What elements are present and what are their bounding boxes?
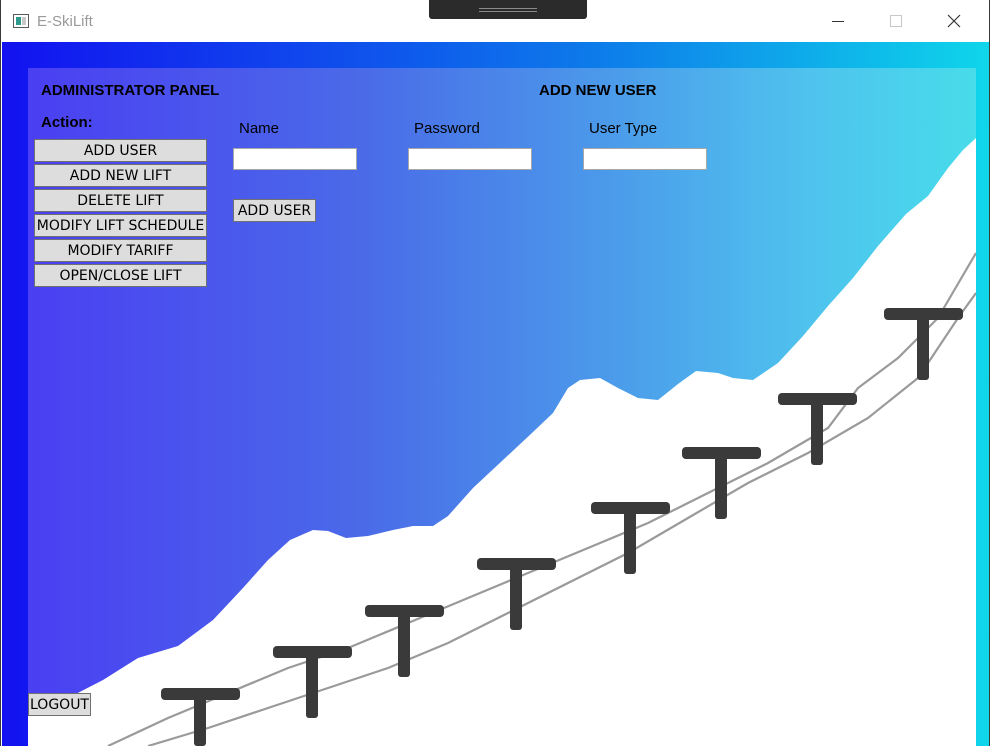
- open-close-lift-button[interactable]: OPEN/CLOSE LIFT: [34, 264, 207, 287]
- password-input[interactable]: [408, 148, 532, 170]
- name-input[interactable]: [233, 148, 357, 170]
- app-window: E-SkiLift ADMINISTRATOR PANEL Action: AD…: [0, 0, 990, 746]
- action-label: Action:: [41, 114, 93, 131]
- maximize-icon: [890, 15, 902, 27]
- panel-heading: ADMINISTRATOR PANEL: [41, 82, 220, 99]
- minimize-button[interactable]: [809, 0, 867, 42]
- close-button[interactable]: [925, 0, 983, 42]
- window-title: E-SkiLift: [37, 13, 93, 30]
- add-user-action-button[interactable]: ADD USER: [34, 139, 207, 162]
- user-type-input[interactable]: [583, 148, 707, 170]
- maximize-button[interactable]: [867, 0, 925, 42]
- close-icon: [947, 14, 961, 28]
- form-title: ADD NEW USER: [539, 82, 657, 99]
- drag-handle[interactable]: [429, 0, 587, 19]
- modify-lift-schedule-button[interactable]: MODIFY LIFT SCHEDULE: [34, 214, 207, 237]
- minimize-icon: [832, 20, 844, 22]
- name-label: Name: [239, 120, 280, 137]
- modify-tariff-button[interactable]: MODIFY TARIFF: [34, 239, 207, 262]
- add-user-submit-button[interactable]: ADD USER: [233, 199, 316, 222]
- add-new-lift-button[interactable]: ADD NEW LIFT: [34, 164, 207, 187]
- password-label: Password: [414, 120, 480, 137]
- app-icon: [13, 14, 29, 28]
- delete-lift-button[interactable]: DELETE LIFT: [34, 189, 207, 212]
- user-type-label: User Type: [589, 120, 658, 137]
- logout-button[interactable]: LOGOUT: [28, 693, 91, 716]
